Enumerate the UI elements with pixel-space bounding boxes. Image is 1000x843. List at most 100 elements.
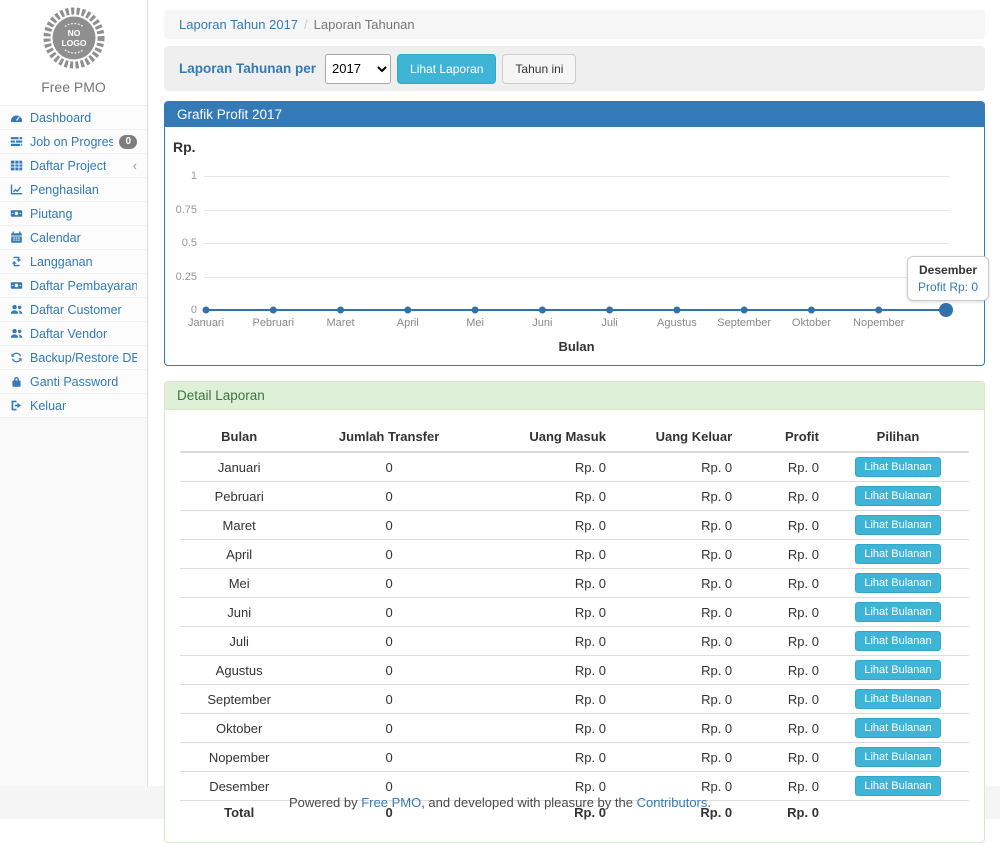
page-wrapper: NO LOGO Free PMO DashboardJob on Progres… <box>0 0 1000 786</box>
brand-name: Free PMO <box>0 79 147 95</box>
cell-bulan: Agustus <box>180 656 298 685</box>
lihat-bulanan-button[interactable]: Lihat Bulanan <box>855 457 940 477</box>
main-content: Laporan Tahun 2017 / Laporan Tahunan Lapor… <box>148 0 1000 786</box>
lihat-bulanan-button[interactable]: Lihat Bulanan <box>855 602 940 622</box>
lihat-bulanan-button[interactable]: Lihat Bulanan <box>855 631 940 651</box>
lihat-bulanan-button[interactable]: Lihat Bulanan <box>855 776 940 796</box>
sidebar-item-daftar-pembayaran[interactable]: Daftar Pembayaran <box>0 274 147 298</box>
sidebar-item-calendar[interactable]: Calendar <box>0 226 147 250</box>
cell-jumlah_transfer: 0 <box>298 714 479 743</box>
sidebar-item-penghasilan[interactable]: Penghasilan <box>0 178 147 202</box>
table-row: Mei0Rp. 0Rp. 0Rp. 0Lihat Bulanan <box>180 569 969 598</box>
sidebar-item-label: Calendar <box>30 231 81 245</box>
lihat-bulanan-button[interactable]: Lihat Bulanan <box>855 515 940 535</box>
data-point-agustus[interactable] <box>673 307 680 314</box>
lihat-laporan-button[interactable]: Lihat Laporan <box>397 54 496 84</box>
data-point-maret[interactable] <box>337 307 344 314</box>
cell-jumlah_transfer: 0 <box>298 511 479 540</box>
table-row: September0Rp. 0Rp. 0Rp. 0Lihat Bulanan <box>180 685 969 714</box>
column-header-jumlah_transfer: Jumlah Transfer <box>298 422 479 452</box>
sidebar-item-langganan[interactable]: Langganan <box>0 250 147 274</box>
table-row: Pebruari0Rp. 0Rp. 0Rp. 0Lihat Bulanan <box>180 482 969 511</box>
breadcrumb-link[interactable]: Laporan Tahun 2017 <box>179 17 298 32</box>
cell-bulan: Maret <box>180 511 298 540</box>
lock-icon <box>9 375 24 388</box>
sidebar-item-daftar-vendor[interactable]: Daftar Vendor <box>0 322 147 346</box>
lihat-bulanan-button[interactable]: Lihat Bulanan <box>855 660 940 680</box>
data-point-september[interactable] <box>741 307 748 314</box>
cell-bulan: September <box>180 685 298 714</box>
action-cell: Lihat Bulanan <box>827 685 969 714</box>
users-icon <box>9 327 24 340</box>
cell-bulan: Januari <box>180 452 298 482</box>
cell-bulan: Juli <box>180 627 298 656</box>
year-select[interactable]: 2017 <box>325 54 391 84</box>
action-cell: Lihat Bulanan <box>827 656 969 685</box>
cell-uang_masuk: Rp. 0 <box>480 540 614 569</box>
total-empty-cell <box>827 801 969 825</box>
sidebar-item-label: Piutang <box>30 207 72 221</box>
breadcrumb-current: Laporan Tahunan <box>314 17 415 32</box>
lihat-bulanan-button[interactable]: Lihat Bulanan <box>855 544 940 564</box>
cell-jumlah_transfer: 0 <box>298 627 479 656</box>
cell-profit: Rp. 0 <box>740 656 827 685</box>
lihat-bulanan-button[interactable]: Lihat Bulanan <box>855 573 940 593</box>
brand[interactable]: NO LOGO Free PMO <box>0 0 147 106</box>
action-cell: Lihat Bulanan <box>827 482 969 511</box>
data-point-juli[interactable] <box>606 307 613 314</box>
sidebar-item-ganti-password[interactable]: Ganti Password <box>0 370 147 394</box>
cell-uang_masuk: Rp. 0 <box>480 714 614 743</box>
footer-link-contributors[interactable]: Contributors <box>637 795 708 810</box>
count-badge: 0 <box>119 135 137 149</box>
data-point-mei[interactable] <box>472 307 479 314</box>
money-icon <box>9 279 24 292</box>
cell-uang_masuk: Rp. 0 <box>480 569 614 598</box>
action-cell: Lihat Bulanan <box>827 540 969 569</box>
table-row: Maret0Rp. 0Rp. 0Rp. 0Lihat Bulanan <box>180 511 969 540</box>
cell-profit: Rp. 0 <box>740 511 827 540</box>
sidebar-item-keluar[interactable]: Keluar <box>0 394 147 418</box>
filter-label: Laporan Tahunan per <box>179 61 316 76</box>
table-icon <box>9 159 24 172</box>
cell-uang_keluar: Rp. 0 <box>614 598 740 627</box>
cell-uang_keluar: Rp. 0 <box>614 685 740 714</box>
footer-link-freepmo[interactable]: Free PMO <box>361 795 421 810</box>
data-point-desember[interactable] <box>939 303 953 317</box>
lihat-bulanan-button[interactable]: Lihat Bulanan <box>855 718 940 738</box>
lihat-bulanan-button[interactable]: Lihat Bulanan <box>855 486 940 506</box>
action-cell: Lihat Bulanan <box>827 452 969 482</box>
data-point-oktober[interactable] <box>808 307 815 314</box>
cell-bulan: Pebruari <box>180 482 298 511</box>
sidebar-item-dashboard[interactable]: Dashboard <box>0 106 147 130</box>
data-point-pebruari[interactable] <box>270 307 277 314</box>
sidebar-item-label: Daftar Project <box>30 159 106 173</box>
money-icon <box>9 207 24 220</box>
column-header-uang_keluar: Uang Keluar <box>614 422 740 452</box>
sidebar-item-daftar-customer[interactable]: Daftar Customer <box>0 298 147 322</box>
profit-line-series[interactable] <box>165 127 982 365</box>
lihat-bulanan-button[interactable]: Lihat Bulanan <box>855 689 940 709</box>
cell-profit: Rp. 0 <box>740 714 827 743</box>
sidebar-item-piutang[interactable]: Piutang <box>0 202 147 226</box>
cell-profit: Rp. 0 <box>740 743 827 772</box>
footer-text: Powered by <box>289 795 361 810</box>
sidebar-item-backup-restore-db[interactable]: Backup/Restore DB <box>0 346 147 370</box>
data-point-januari[interactable] <box>203 307 210 314</box>
tahun-ini-button[interactable]: Tahun ini <box>502 54 576 84</box>
svg-text:LOGO: LOGO <box>61 38 86 48</box>
chevron-left-icon: ‹ <box>133 160 137 172</box>
data-point-april[interactable] <box>404 307 411 314</box>
breadcrumb-separator: / <box>304 17 308 32</box>
no-logo-image: NO LOGO <box>42 6 106 70</box>
data-point-juni[interactable] <box>539 307 546 314</box>
detail-panel-title: Detail Laporan <box>165 382 984 410</box>
lihat-bulanan-button[interactable]: Lihat Bulanan <box>855 747 940 767</box>
cell-bulan: Desember <box>180 772 298 801</box>
sidebar-item-job-on-progress[interactable]: Job on Progress0 <box>0 130 147 154</box>
data-point-nopember[interactable] <box>875 307 882 314</box>
sidebar-item-daftar-project[interactable]: Daftar Project ‹ <box>0 154 147 178</box>
table-row: Agustus0Rp. 0Rp. 0Rp. 0Lihat Bulanan <box>180 656 969 685</box>
cell-uang_masuk: Rp. 0 <box>480 511 614 540</box>
action-cell: Lihat Bulanan <box>827 743 969 772</box>
action-cell: Lihat Bulanan <box>827 714 969 743</box>
